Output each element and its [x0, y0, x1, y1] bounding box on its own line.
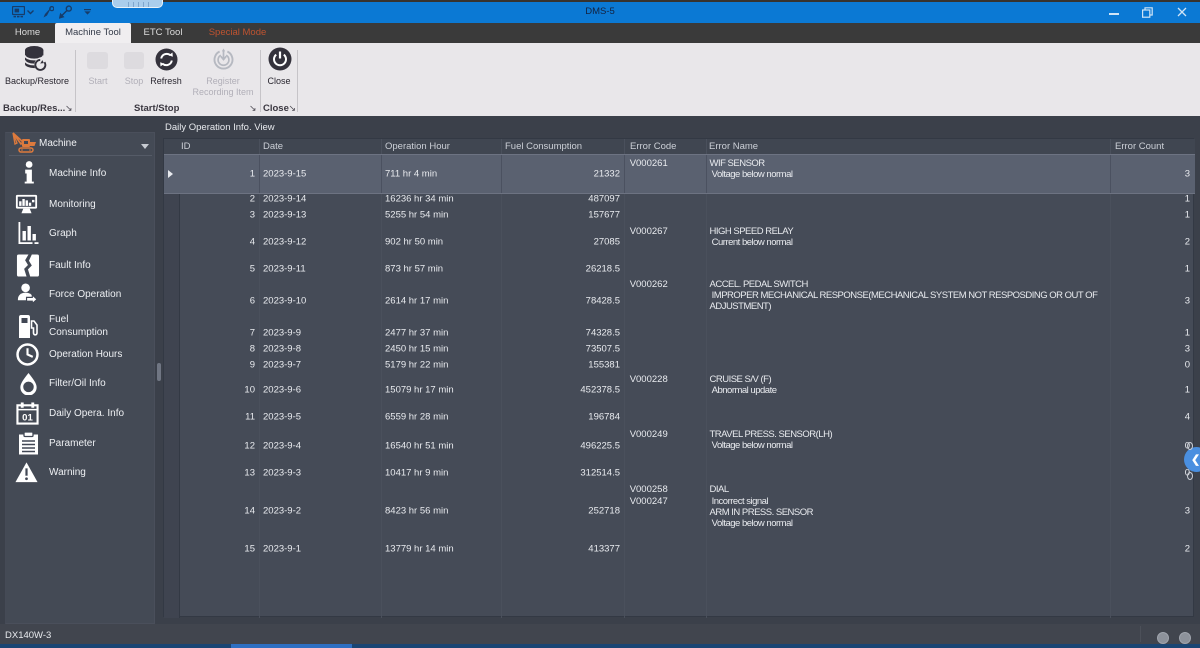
svg-text:01: 01 — [22, 413, 33, 424]
